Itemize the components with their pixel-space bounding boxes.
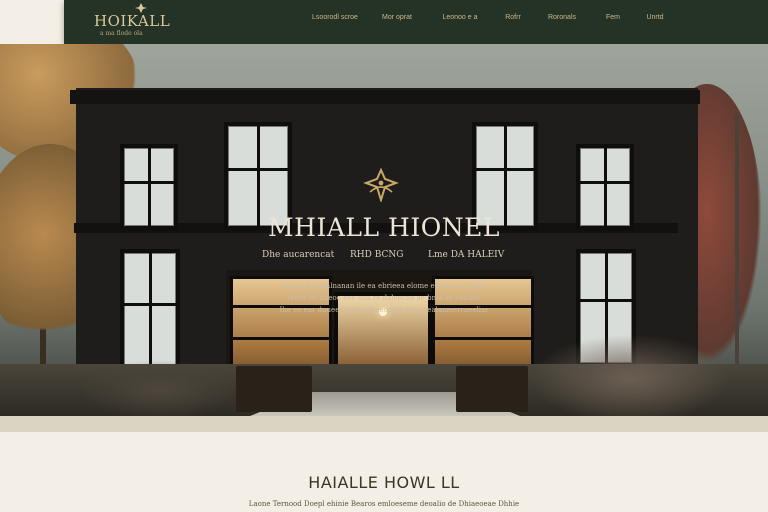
nav-item-6[interactable]: Fem xyxy=(600,14,626,26)
patio-table-right xyxy=(456,366,528,412)
nav-item-3[interactable]: Leonoo e a xyxy=(438,14,482,26)
building-roof xyxy=(70,90,700,104)
nav-item-7[interactable]: Unrtd xyxy=(638,14,672,26)
window xyxy=(576,144,634,230)
hero-banner: MHIALL HIONEL Dhe aucarencat RHD BCNG Lm… xyxy=(0,44,768,416)
nav-item-2[interactable]: Mor oprat xyxy=(376,14,418,26)
window xyxy=(120,144,178,230)
section-title: HAIALLE HOWL LL xyxy=(308,473,460,492)
hero-subtitle-right: Lme DA HALEIV xyxy=(428,250,505,260)
logo-text: HOIKALL xyxy=(94,12,171,30)
top-navigation-bar: HOIKALL a ma flode ola Lsoorodl scroe Mo… xyxy=(64,0,768,44)
nav-item-1[interactable]: Lsoorodl scroe xyxy=(308,14,362,26)
nav-item-5[interactable]: Roronals xyxy=(540,14,584,26)
shrubs-right xyxy=(530,334,730,416)
patio-table-left xyxy=(236,366,312,412)
hero-description-line-3: Ihe ee ear duueeo alomaaeeeoarao leoe ae… xyxy=(279,306,489,314)
hero-subtitle-left: Dhe aucarencat xyxy=(262,250,335,260)
site-logo[interactable]: HOIKALL a ma flode ola xyxy=(94,3,194,42)
hero-title: MHIALL HIONEL xyxy=(268,213,500,242)
section-divider xyxy=(0,416,768,432)
shrubs-left xyxy=(80,360,240,416)
window xyxy=(120,249,180,377)
main-nav: Lsoorodl scroe Mor oprat Leonoo e a Rofr… xyxy=(308,0,768,44)
hero-subtitle-mid: RHD BCNG xyxy=(350,250,404,260)
nav-item-4[interactable]: Rofrr xyxy=(498,14,528,26)
section-text: Laone Ternood Doepl ehinie Bearos emloes… xyxy=(248,500,520,508)
tree-trunk-right xyxy=(735,114,739,384)
crest-emblem-icon xyxy=(363,168,399,202)
hero-description-line-2: Ihere be dneoo eee ona re daleecne ae bn… xyxy=(287,294,481,302)
hero-description-line-1: Ine ee bealnalnanan ile ea ebrieea elome… xyxy=(282,282,486,290)
logo-tagline: a ma flode ola xyxy=(100,30,143,37)
